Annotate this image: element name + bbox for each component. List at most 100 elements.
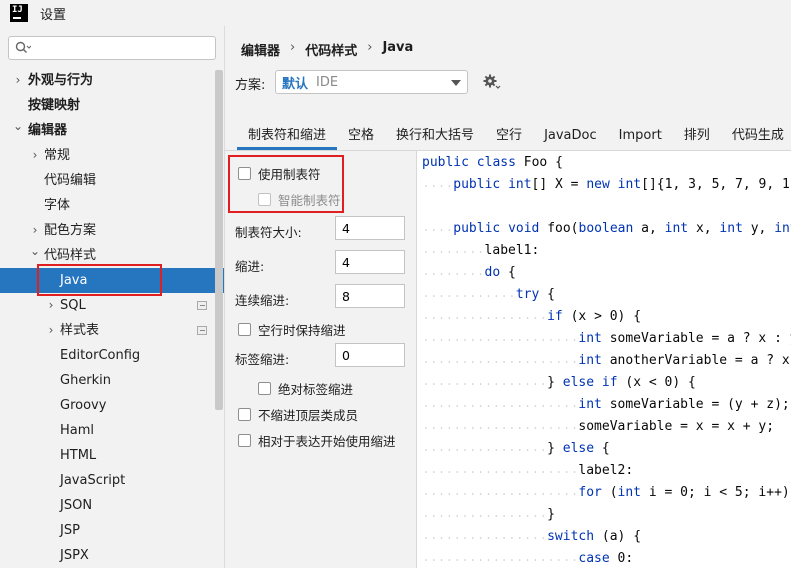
code-keyword: int — [508, 177, 532, 192]
code-line: int someVariable = a ? x : y; — [578, 328, 791, 350]
indent-guide-dots — [425, 449, 545, 451]
gear-icon[interactable] — [483, 73, 501, 91]
code-preview-editor[interactable]: public class Foo {public int[] X = new i… — [416, 151, 791, 568]
sidebar-item[interactable]: HTML — [0, 443, 224, 468]
sidebar-item[interactable]: JSP — [0, 518, 224, 543]
sidebar-item-label: Groovy — [60, 398, 107, 413]
breadcrumb-separator: › — [367, 40, 373, 55]
tab-tabs-and-indents[interactable]: 制表符和缩进 — [237, 126, 338, 150]
code-keyword: else — [562, 375, 602, 390]
sidebar-item[interactable]: ⌄ 代码样式 — [0, 243, 224, 268]
code-text: (a) { — [601, 529, 642, 544]
tab-javadoc[interactable]: JavaDoc — [533, 126, 608, 150]
sidebar-item[interactable]: Haml — [0, 418, 224, 443]
sidebar-item-label: JavaScript — [60, 473, 126, 488]
chevron-right-icon[interactable]: › — [29, 143, 41, 168]
sidebar-item[interactable]: JavaScript — [0, 468, 224, 493]
smart-tab-label: 智能制表符 — [278, 193, 341, 208]
code-text: foo( — [547, 221, 579, 236]
chevron-right-icon[interactable]: › — [12, 68, 24, 93]
sidebar-item[interactable]: 代码编辑 — [0, 168, 224, 193]
search-input[interactable] — [35, 41, 215, 55]
sidebar-scrollbar[interactable] — [215, 70, 223, 410]
sidebar-item-label: JSPX — [60, 548, 89, 563]
code-line: switch (a) { — [547, 526, 641, 548]
indent-guide-dots — [425, 383, 545, 385]
tab-wrapping-and-braces[interactable]: 换行和大括号 — [385, 126, 485, 150]
chevron-right-icon[interactable]: › — [45, 318, 57, 343]
breadcrumb-item-editor[interactable]: 编辑器 — [241, 40, 280, 59]
sidebar-item[interactable]: Gherkin — [0, 368, 224, 393]
chevron-right-icon[interactable]: › — [45, 293, 57, 318]
code-text: (x < 0) { — [625, 375, 696, 390]
code-line: } — [547, 504, 555, 526]
sidebar-item-label: 配色方案 — [44, 223, 97, 238]
sidebar-item[interactable]: 按键映射 — [0, 93, 224, 118]
no-indent-top-level-option[interactable]: 不缩进顶层类成员 — [238, 405, 358, 424]
indent-input[interactable] — [335, 250, 405, 274]
sidebar-item[interactable]: EditorConfig — [0, 343, 224, 368]
code-text: ( — [609, 485, 618, 500]
indent-relative-expr-checkbox[interactable] — [238, 434, 251, 447]
use-tab-label: 使用制表符 — [258, 167, 321, 182]
sidebar-item[interactable]: › 常规 — [0, 143, 224, 168]
label-indent-input[interactable] — [335, 343, 405, 367]
search-icon — [15, 41, 31, 53]
sidebar-item[interactable]: JSPX — [0, 543, 224, 568]
keep-indent-empty-label: 空行时保持缩进 — [258, 323, 346, 338]
scheme-dropdown[interactable]: 默认 IDE — [275, 70, 468, 94]
scheme-badge-icon — [197, 301, 207, 310]
sidebar-item[interactable]: › SQL — [0, 293, 224, 318]
sidebar-item-label: 代码样式 — [44, 248, 97, 263]
code-text: someVariable = x = x + y; — [578, 419, 775, 434]
tab-code-generation[interactable]: 代码生成 — [721, 126, 791, 150]
indent-guide-dots — [425, 295, 513, 297]
indent-guide-dots — [425, 317, 545, 319]
sidebar-item[interactable]: ⌄ 编辑器 — [0, 118, 224, 143]
chevron-down-icon[interactable]: ⌄ — [29, 239, 41, 264]
indent-guide-dots — [425, 493, 576, 495]
breadcrumb-item-code-style[interactable]: 代码样式 — [305, 40, 357, 59]
code-keyword: int — [774, 221, 791, 236]
tab-spaces[interactable]: 空格 — [337, 126, 385, 150]
indent-guide-dots — [425, 515, 545, 517]
continuation-indent-input[interactable] — [335, 284, 405, 308]
code-line: public int[] X = new int[]{1, 3, 5, 7, 9… — [453, 174, 791, 196]
code-keyword: do — [484, 265, 509, 280]
chevron-down-icon[interactable]: ⌄ — [12, 114, 24, 139]
sidebar-item-label: 外观与行为 — [28, 73, 94, 88]
tab-import[interactable]: Import — [608, 126, 673, 150]
keep-indent-empty-option[interactable]: 空行时保持缩进 — [238, 320, 346, 339]
sidebar-item-label: Java — [60, 273, 88, 288]
keep-indent-empty-checkbox[interactable] — [238, 323, 251, 336]
chevron-down-icon — [451, 80, 461, 86]
smart-tab-option: 智能制表符 — [258, 190, 341, 209]
sidebar-item-label: 字体 — [44, 198, 71, 213]
settings-sidebar: › 外观与行为 按键映射 ⌄ 编辑器 › 常规 代码编辑 字体 › 配色方案 ⌄ 代码样式 Java › SQ… — [0, 26, 225, 568]
sidebar-item[interactable]: › 外观与行为 — [0, 68, 224, 93]
indent-relative-expr-option[interactable]: 相对于表达开始使用缩进 — [238, 431, 396, 450]
indent-guide-dots — [425, 361, 576, 363]
absolute-label-indent-option[interactable]: 绝对标签缩进 — [258, 379, 353, 398]
use-tab-checkbox[interactable] — [238, 167, 251, 180]
tab-arrangement[interactable]: 排列 — [673, 126, 721, 150]
indent-guide-dots — [425, 427, 576, 429]
settings-search-box[interactable] — [8, 36, 216, 60]
tab-size-input[interactable] — [335, 216, 405, 240]
code-text: someVariable = (y + z); — [609, 397, 790, 412]
code-line: } else if (x < 0) { — [547, 372, 696, 394]
sidebar-item[interactable]: JSON — [0, 493, 224, 518]
sidebar-item-label: Gherkin — [60, 373, 112, 388]
no-indent-top-level-checkbox[interactable] — [238, 408, 251, 421]
use-tab-option[interactable]: 使用制表符 — [238, 164, 321, 183]
sidebar-item[interactable]: Groovy — [0, 393, 224, 418]
absolute-label-indent-checkbox[interactable] — [258, 382, 271, 395]
code-keyword: int — [719, 221, 751, 236]
sidebar-item[interactable]: Java — [0, 268, 224, 293]
sidebar-item[interactable]: 字体 — [0, 193, 224, 218]
intellij-logo-icon: IJ — [10, 4, 28, 22]
tab-blank-lines[interactable]: 空行 — [485, 126, 533, 150]
sidebar-item-label: Haml — [60, 423, 95, 438]
sidebar-item[interactable]: › 样式表 — [0, 318, 224, 343]
code-keyword: switch — [547, 529, 602, 544]
